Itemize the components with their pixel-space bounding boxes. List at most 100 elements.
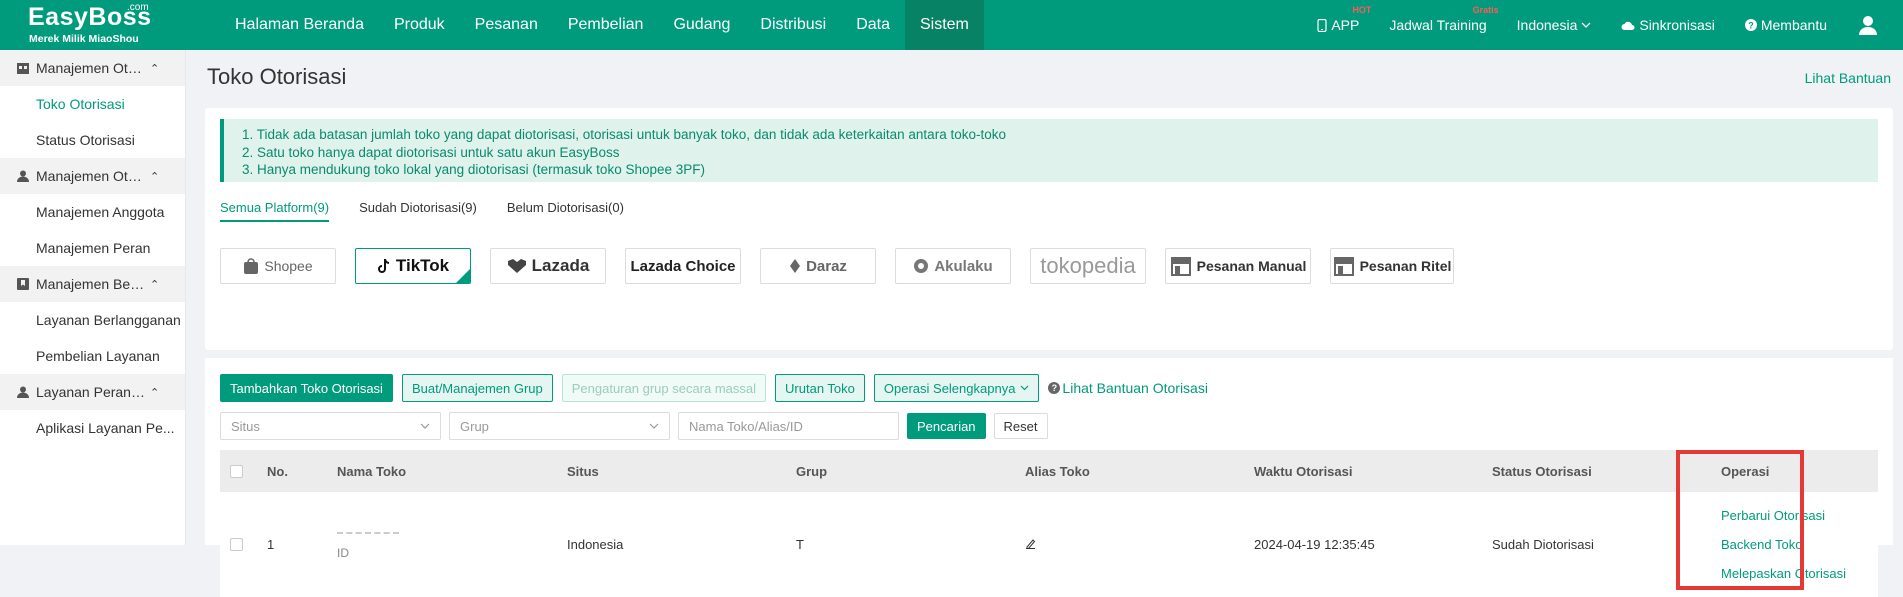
- sidebar-group-subscription[interactable]: Manajemen Berlangganan ⌃: [0, 266, 185, 302]
- store-icon: [17, 63, 29, 74]
- platform-shopee[interactable]: Shopee: [220, 248, 336, 284]
- authorization-help-label: Lihat Bantuan Otorisasi: [1062, 380, 1208, 396]
- platform-daraz[interactable]: Daraz: [760, 248, 876, 284]
- authorization-help-link[interactable]: ? Lihat Bantuan Otorisasi: [1048, 380, 1208, 396]
- chevron-up-icon: ⌃: [150, 62, 160, 75]
- right-nav: APP HOT Jadwal Training Gratis Indonesia…: [1317, 0, 1903, 50]
- app-link[interactable]: APP HOT: [1317, 5, 1371, 33]
- chevron-up-icon: ⌃: [150, 170, 160, 183]
- sidebar-item-roles[interactable]: Manajemen Peran: [0, 230, 185, 266]
- nav-warehouse[interactable]: Gudang: [658, 0, 745, 50]
- search-input[interactable]: Nama Toko/Alias/ID: [678, 412, 899, 440]
- filter-row: Situs Grup Nama Toko/Alias/ID Pencarian …: [220, 412, 1048, 440]
- platform-lazada[interactable]: Lazada: [490, 248, 606, 284]
- nav-order[interactable]: Pesanan: [460, 0, 553, 50]
- shop-icon: [1170, 257, 1191, 276]
- store-id-label: ID: [337, 545, 349, 560]
- reset-button[interactable]: Reset: [993, 413, 1048, 439]
- add-store-button[interactable]: Tambahkan Toko Otorisasi: [220, 374, 393, 402]
- platform-label: Daraz: [806, 257, 847, 275]
- col-alias: Alias Toko: [1025, 463, 1090, 479]
- person-icon: [17, 170, 29, 182]
- sidebar-group-authorization[interactable]: Manajemen Otorisasi ⌃: [0, 50, 185, 86]
- notice-line: 2. Satu toko hanya dapat diotorisasi unt…: [242, 144, 620, 160]
- sidebar-group-label: Manajemen Otorisasi: [36, 60, 148, 76]
- col-auth-time: Waktu Otorisasi: [1254, 463, 1353, 479]
- help-menu[interactable]: ? Membantu: [1744, 17, 1827, 33]
- store-name-redacted: [337, 531, 399, 534]
- platform-akulaku[interactable]: Akulaku: [895, 248, 1011, 284]
- shop-icon: [1333, 257, 1354, 276]
- cloud-icon: [1621, 21, 1635, 30]
- store-list-card: Tambahkan Toko Otorisasi Buat/Manajemen …: [205, 358, 1893, 597]
- akulaku-icon: [914, 259, 929, 273]
- training-link[interactable]: Jadwal Training Gratis: [1389, 5, 1498, 33]
- user-avatar[interactable]: [1857, 14, 1879, 36]
- sidebar-item-service-purchase[interactable]: Pembelian Layanan: [0, 338, 185, 374]
- nav-system[interactable]: Sistem: [904, 0, 984, 50]
- sidebar-item-device-app[interactable]: Aplikasi Layanan Pe...: [0, 410, 185, 446]
- lazada-heart-icon: [507, 259, 526, 273]
- nav-distribution[interactable]: Distribusi: [745, 0, 841, 50]
- sidebar-group-authority[interactable]: Manajemen Otoritas ⌃: [0, 158, 185, 194]
- chevron-down-icon: [420, 423, 430, 429]
- more-operations-label: Operasi Selengkapnya: [883, 380, 1016, 396]
- nav-home[interactable]: Halaman Beranda: [220, 0, 379, 50]
- platform-tokopedia[interactable]: tokopedia: [1030, 248, 1146, 284]
- tab-all-platforms[interactable]: Semua Platform(9): [220, 200, 330, 222]
- chevron-down-icon: [649, 423, 659, 429]
- search-button[interactable]: Pencarian: [907, 413, 986, 439]
- group-select[interactable]: Grup: [449, 412, 670, 440]
- tab-unauthorized[interactable]: Belum Diotorisasi(0): [507, 200, 624, 222]
- edit-icon[interactable]: [1025, 538, 1036, 549]
- nav-purchase[interactable]: Pembelian: [553, 0, 659, 50]
- site-select[interactable]: Situs: [220, 412, 441, 440]
- chevron-up-icon: ⌃: [150, 278, 160, 291]
- sidebar-item-store-authorization[interactable]: Toko Otorisasi: [0, 86, 185, 122]
- more-operations-button[interactable]: Operasi Selengkapnya: [873, 374, 1040, 402]
- tiktok-note-icon: [377, 258, 390, 273]
- help-icon: ?: [1744, 19, 1757, 31]
- platform-retail-order[interactable]: Pesanan Ritel: [1330, 248, 1454, 284]
- col-group: Grup: [796, 463, 828, 479]
- sidebar-item-authorization-status[interactable]: Status Otorisasi: [0, 122, 185, 158]
- notice-box: 1. Tidak ada batasan jumlah toko yang da…: [220, 119, 1878, 182]
- action-buttons: Tambahkan Toko Otorisasi Buat/Manajemen …: [220, 374, 1208, 402]
- select-all-checkbox[interactable]: [230, 464, 243, 478]
- nav-data[interactable]: Data: [841, 0, 905, 50]
- sidebar-group-label: Layanan Perangkat: [36, 384, 148, 400]
- platform-card: 1. Tidak ada batasan jumlah toko yang da…: [205, 108, 1893, 350]
- tab-authorized[interactable]: Sudah Diotorisasi(9): [359, 200, 477, 222]
- person-icon: [17, 386, 29, 398]
- platform-tiktok[interactable]: TikTok: [355, 248, 471, 284]
- sync-link[interactable]: Sinkronisasi: [1621, 17, 1715, 33]
- sidebar-group-device-service[interactable]: Layanan Perangkat ⌃: [0, 374, 185, 410]
- sidebar-item-members[interactable]: Manajemen Anggota: [0, 194, 185, 230]
- daraz-icon: [790, 259, 801, 273]
- table-header: No. Nama Toko Situs Grup Alias Toko Wakt…: [220, 450, 1878, 492]
- bookmark-icon: [17, 278, 29, 290]
- nav-product[interactable]: Produk: [379, 0, 460, 50]
- platform-label: Pesanan Manual: [1196, 258, 1307, 274]
- platform-label: TikTok: [395, 256, 450, 275]
- platform-logos: Shopee TikTok Lazada Lazada Choice Daraz…: [220, 248, 1454, 284]
- language-select[interactable]: Indonesia: [1517, 17, 1592, 33]
- platform-lazada-choice[interactable]: Lazada Choice: [625, 248, 741, 284]
- group-manage-button[interactable]: Buat/Manajemen Grup: [401, 374, 553, 402]
- user-icon: [1859, 16, 1877, 35]
- main-content: Toko Otorisasi Lihat Bantuan 1. Tidak ad…: [187, 50, 1903, 597]
- view-help-link[interactable]: Lihat Bantuan: [1805, 70, 1891, 86]
- sidebar-item-subscription-service[interactable]: Layanan Berlangganan: [0, 302, 185, 338]
- batch-group-button[interactable]: Pengaturan grup secara massal: [561, 374, 767, 402]
- question-icon: ?: [1048, 382, 1061, 394]
- brand-com: .com: [127, 2, 149, 13]
- store-order-button[interactable]: Urutan Toko: [775, 374, 865, 402]
- training-label: Jadwal Training: [1389, 17, 1487, 33]
- chevron-up-icon: ⌃: [150, 386, 160, 399]
- platform-manual-order[interactable]: Pesanan Manual: [1165, 248, 1311, 284]
- free-badge: Gratis: [1472, 5, 1499, 15]
- shopee-bag-icon: [244, 258, 259, 274]
- brand-logo[interactable]: EasyBoss .com Merek Milik MiaoShou: [28, 2, 158, 48]
- sidebar-group-label: Manajemen Otoritas: [36, 168, 148, 184]
- top-bar: EasyBoss .com Merek Milik MiaoShou Halam…: [0, 0, 1903, 50]
